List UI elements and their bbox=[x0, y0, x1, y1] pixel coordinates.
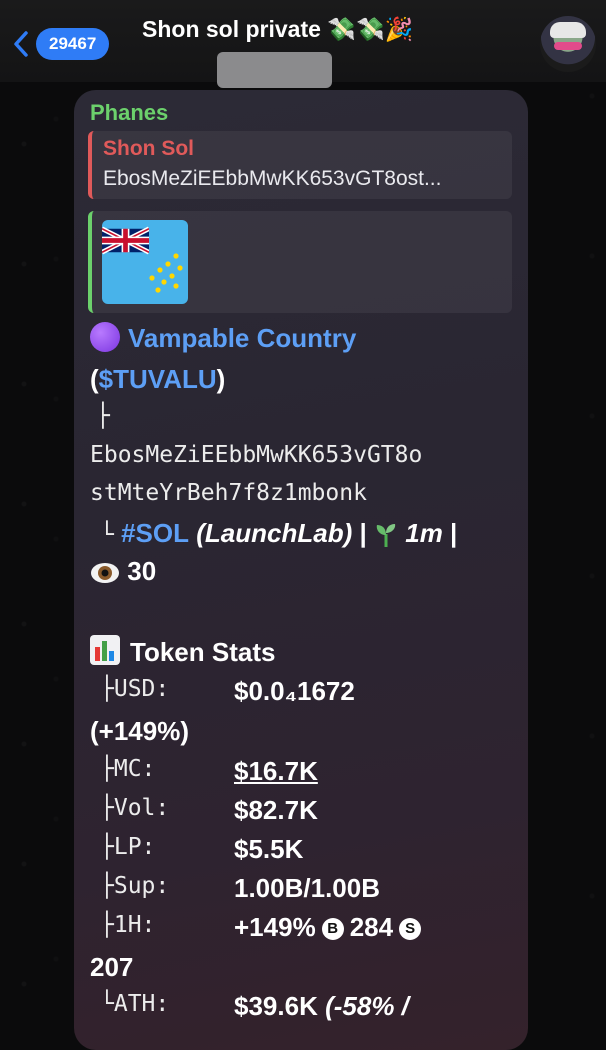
separator: | bbox=[359, 518, 367, 548]
purple-circle-icon bbox=[90, 322, 120, 352]
ticker-line: ($TUVALU) bbox=[90, 364, 225, 395]
stats-heading-line: Token Stats bbox=[90, 635, 275, 668]
h1-label: ├1H: bbox=[100, 912, 156, 938]
bar-chart-icon bbox=[90, 635, 120, 665]
h1-value: +149% bbox=[234, 912, 316, 942]
flag-stars-icon bbox=[149, 253, 183, 293]
views-line: 30 bbox=[90, 556, 156, 587]
buys-b-icon: B bbox=[321, 918, 344, 940]
usd-label: ├USD: bbox=[100, 676, 170, 702]
mc-label: ├MC: bbox=[100, 756, 156, 782]
sup-value: 1.00B/1.00B bbox=[234, 873, 380, 903]
seedling-icon bbox=[376, 524, 396, 548]
sup-label: ├Sup: bbox=[100, 873, 170, 899]
ath-change: (-58% / bbox=[325, 991, 409, 1021]
contract-address-line1[interactable]: EbosMeZiEEbbMwKK653vGT8o bbox=[90, 442, 422, 468]
mc-value[interactable]: $16.7K bbox=[234, 756, 318, 787]
avatar-glasses-icon bbox=[554, 42, 582, 50]
launchpad-label: (LaunchLab) bbox=[196, 518, 353, 548]
tree-end: └ bbox=[100, 522, 114, 548]
vol-value: $82.7K bbox=[234, 795, 318, 825]
chevron-left-icon bbox=[14, 31, 28, 57]
group-avatar[interactable] bbox=[540, 16, 596, 72]
chat-title[interactable]: Shon sol private 💸💸🎉 bbox=[142, 16, 413, 43]
paren-open: ( bbox=[90, 364, 99, 394]
h1-line: +149% B 284 S bbox=[234, 912, 427, 943]
usd-value: $0.0₄1672 bbox=[234, 676, 355, 706]
token-name-link[interactable]: Vampable Country bbox=[128, 323, 356, 353]
ath-label: └ATH: bbox=[100, 991, 170, 1017]
eye-icon bbox=[91, 563, 119, 584]
ticker-link[interactable]: $TUVALU bbox=[99, 364, 217, 394]
message-bubble[interactable]: Phanes Shon Sol EbosMeZiEEbbMwKK653vGT8o… bbox=[74, 90, 528, 1050]
chain-line: └ #SOL (LaunchLab) | 1m | bbox=[100, 518, 457, 549]
tuvalu-flag-icon bbox=[102, 220, 188, 304]
contract-address-line2[interactable]: stMteYrBeh7f8z1mbonk bbox=[90, 480, 367, 506]
sender-name[interactable]: Phanes bbox=[90, 100, 168, 126]
sells-s-icon: S bbox=[399, 918, 422, 940]
tree-branch: ├ bbox=[96, 403, 110, 429]
usd-change: (+149%) bbox=[90, 716, 189, 746]
reply-text: EbosMeZiEEbbMwKK653vGT8ost... bbox=[103, 167, 442, 190]
paren-close: ) bbox=[216, 364, 226, 394]
token-title-line: Vampable Country bbox=[90, 322, 356, 354]
lp-label: ├LP: bbox=[100, 834, 156, 860]
separator: | bbox=[450, 518, 458, 548]
chain-hashtag[interactable]: #SOL bbox=[121, 518, 189, 548]
reply-quote[interactable]: Shon Sol EbosMeZiEEbbMwKK653vGT8ost... bbox=[88, 131, 512, 199]
stats-heading: Token Stats bbox=[130, 637, 276, 667]
redaction-bar bbox=[217, 52, 332, 88]
token-age: 1m bbox=[405, 518, 443, 548]
ath-value: $39.6K bbox=[234, 991, 318, 1021]
avatar-hat-icon bbox=[550, 22, 586, 38]
h1-sells: 207 bbox=[90, 952, 134, 982]
h1-buys: 284 bbox=[349, 912, 394, 942]
views-count: 30 bbox=[127, 556, 157, 586]
ath-line: $39.6K (-58% / bbox=[234, 991, 409, 1022]
back-button[interactable]: 29467 bbox=[12, 28, 110, 60]
vol-label: ├Vol: bbox=[100, 795, 170, 821]
link-preview[interactable] bbox=[88, 211, 512, 313]
reply-author: Shon Sol bbox=[103, 137, 194, 160]
lp-value: $5.5K bbox=[234, 834, 304, 864]
unread-count-badge: 29467 bbox=[36, 28, 110, 60]
